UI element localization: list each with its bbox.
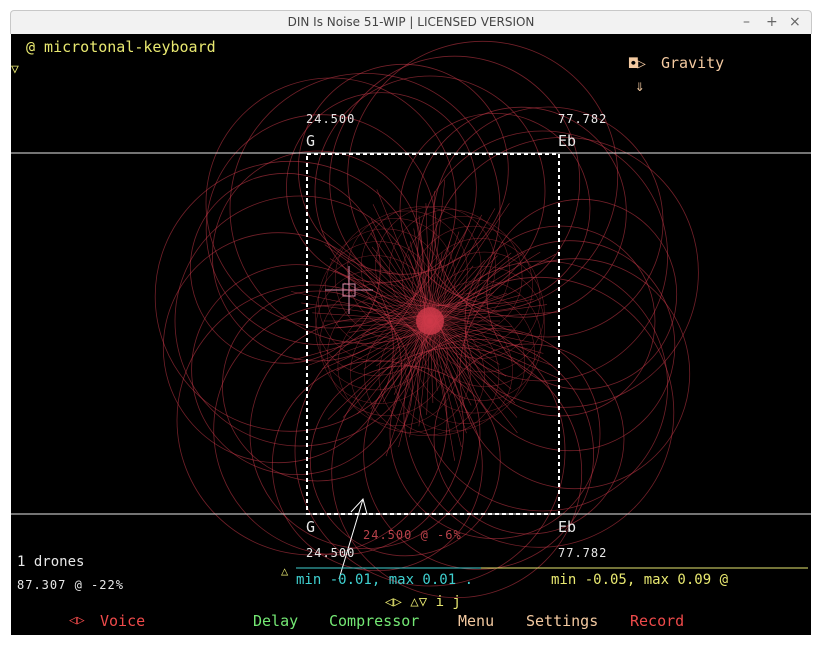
- pattern-svg: [11, 40, 811, 599]
- voice-button[interactable]: Voice: [100, 612, 145, 630]
- window-title: DIN Is Noise 51-WIP | LICENSED VERSION: [287, 15, 535, 29]
- maximize-button[interactable]: +: [766, 14, 778, 30]
- range-up-icon[interactable]: △: [281, 564, 288, 578]
- nav-glyphs[interactable]: ◁▷ △▽ i j: [385, 594, 461, 610]
- bottom-right-note: Eb: [558, 518, 577, 536]
- gravity-label[interactable]: Gravity: [661, 54, 724, 72]
- instrument-label[interactable]: @ microtonal-keyboard: [26, 38, 216, 56]
- window-titlebar: DIN Is Noise 51-WIP | LICENSED VERSION –…: [10, 10, 812, 34]
- menu-button[interactable]: Menu: [458, 612, 494, 630]
- bottom-right-value: 77.782: [558, 546, 608, 560]
- settings-button[interactable]: Settings: [526, 612, 598, 630]
- close-button[interactable]: ×: [789, 14, 801, 30]
- delay-button[interactable]: Delay: [253, 612, 298, 630]
- top-left-value: 24.500: [306, 112, 356, 126]
- yellow-range-text[interactable]: min -0.05, max 0.09 @: [551, 572, 728, 588]
- voice-arrows-icon[interactable]: ◁▷: [69, 613, 85, 628]
- top-right-value: 77.782: [558, 112, 608, 126]
- bottom-left-value: 24.500: [306, 546, 356, 560]
- din-canvas[interactable]: @ microtonal-keyboard ▽ ◘▷ Gravity ⇓ 24.…: [11, 34, 811, 635]
- gravity-icon[interactable]: ◘▷: [629, 56, 646, 72]
- top-right-note: Eb: [558, 132, 577, 150]
- drone-value: 87.307 @ -22%: [17, 578, 124, 592]
- record-button[interactable]: Record: [630, 612, 684, 630]
- compressor-button[interactable]: Compressor: [329, 612, 419, 630]
- cyan-range-text[interactable]: min -0.01, max 0.01 .: [296, 572, 473, 588]
- cursor-readout: 24.500 @ -6%: [363, 528, 462, 542]
- gravity-arrow-icon[interactable]: ⇓: [635, 76, 645, 95]
- drone-count: 1 drones: [17, 554, 85, 570]
- top-left-note: G: [306, 132, 316, 150]
- minimize-button[interactable]: –: [743, 14, 750, 30]
- collapse-icon[interactable]: ▽: [11, 62, 19, 77]
- bottom-left-note: G: [306, 518, 316, 536]
